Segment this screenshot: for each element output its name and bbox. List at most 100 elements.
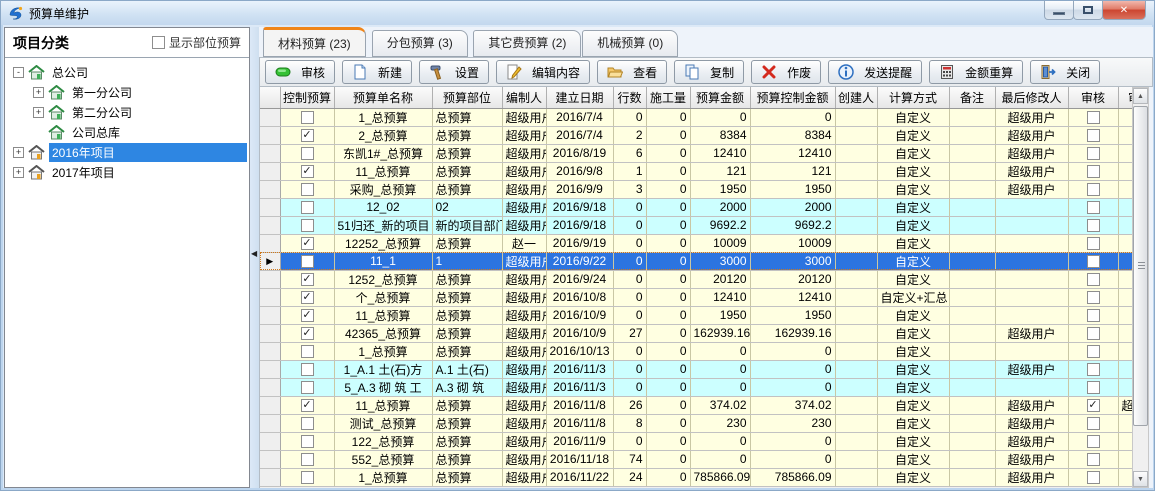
audit-cell[interactable] (1068, 216, 1118, 234)
column-header-施工量[interactable]: 施工量 (646, 87, 690, 108)
checkbox-unchecked-icon[interactable] (1087, 255, 1100, 268)
row-indicator[interactable] (260, 288, 280, 306)
checkbox-unchecked-icon[interactable] (1087, 129, 1100, 142)
budget-row-测试_总预算[interactable]: 测试_总预算总预算超级用户2016/11/880230230自定义超级用户 (260, 414, 1132, 432)
budget-row-11_1[interactable]: ▶11_11超级用户2016/9/220030003000自定义 (260, 252, 1132, 270)
control-budget-cell[interactable]: ✓ (280, 234, 334, 252)
checkbox-box[interactable] (152, 36, 165, 49)
checkbox-unchecked-icon[interactable] (1087, 111, 1100, 124)
tab-other-fee-budget[interactable]: 其它费预算 (2) (473, 30, 581, 57)
row-indicator[interactable] (260, 162, 280, 180)
new-button[interactable]: 新建 (342, 60, 412, 84)
audit-cell[interactable] (1068, 162, 1118, 180)
audit-cell[interactable] (1068, 432, 1118, 450)
checkbox-unchecked-icon[interactable] (1087, 291, 1100, 304)
checkbox-unchecked-icon[interactable] (1087, 219, 1100, 232)
checkbox-unchecked-icon[interactable] (1087, 381, 1100, 394)
control-budget-cell[interactable] (280, 360, 334, 378)
expand-node-icon[interactable]: + (13, 167, 24, 178)
checkbox-checked-icon[interactable]: ✓ (301, 309, 314, 322)
checkbox-checked-icon[interactable]: ✓ (301, 237, 314, 250)
column-header-计算方式[interactable]: 计算方式 (877, 87, 949, 108)
row-indicator[interactable] (260, 198, 280, 216)
control-budget-cell[interactable]: ✓ (280, 288, 334, 306)
control-budget-cell[interactable] (280, 198, 334, 216)
control-budget-cell[interactable] (280, 432, 334, 450)
column-header-建立日期[interactable]: 建立日期 (546, 87, 613, 108)
tab-subcontract-budget[interactable]: 分包预算 (3) (372, 30, 468, 57)
send-reminder-button[interactable]: 发送提醒 (828, 60, 922, 84)
checkbox-unchecked-icon[interactable] (301, 417, 314, 430)
scroll-down-button[interactable]: ▼ (1133, 471, 1148, 487)
panel-splitter[interactable]: ◀ (250, 27, 259, 488)
checkbox-unchecked-icon[interactable] (1087, 237, 1100, 250)
audit-cell[interactable] (1068, 108, 1118, 126)
view-button[interactable]: 查看 (597, 60, 667, 84)
control-budget-cell[interactable] (280, 180, 334, 198)
checkbox-unchecked-icon[interactable] (301, 453, 314, 466)
control-budget-cell[interactable]: ✓ (280, 396, 334, 414)
checkbox-unchecked-icon[interactable] (301, 219, 314, 232)
checkbox-unchecked-icon[interactable] (1087, 453, 1100, 466)
column-header-预算控制金额[interactable]: 预算控制金额 (750, 87, 835, 108)
audit-cell[interactable] (1068, 414, 1118, 432)
tree-item-公司总库[interactable]: +公司总库 (7, 122, 247, 142)
control-budget-cell[interactable]: ✓ (280, 324, 334, 342)
row-indicator[interactable] (260, 270, 280, 288)
checkbox-unchecked-icon[interactable] (1087, 435, 1100, 448)
edit-content-button[interactable]: 编辑内容 (496, 60, 590, 84)
budget-row-2_总预算[interactable]: ✓2_总预算总预算超级用户2016/7/42083848384自定义超级用户 (260, 126, 1132, 144)
audit-cell[interactable] (1068, 270, 1118, 288)
column-header-编制人[interactable]: 编制人 (502, 87, 546, 108)
approve-button[interactable]: 审核 (265, 60, 335, 84)
row-indicator[interactable] (260, 180, 280, 198)
budget-row-11_总预算[interactable]: ✓11_总预算总预算超级用户2016/9/810121121自定义超级用户 (260, 162, 1132, 180)
row-indicator[interactable] (260, 432, 280, 450)
audit-cell[interactable] (1068, 360, 1118, 378)
maximize-button[interactable] (1073, 1, 1103, 20)
checkbox-checked-icon[interactable]: ✓ (301, 273, 314, 286)
scroll-up-button[interactable]: ▲ (1133, 88, 1148, 104)
column-header-审核[interactable]: 审核 (1068, 87, 1118, 108)
audit-cell[interactable] (1068, 144, 1118, 162)
audit-cell[interactable] (1068, 180, 1118, 198)
row-indicator[interactable] (260, 234, 280, 252)
budget-row-1_总预算[interactable]: 1_总预算总预算超级用户2016/10/130000自定义 (260, 342, 1132, 360)
column-header-控制预算[interactable]: 控制预算 (280, 87, 334, 108)
collapse-arrow-icon[interactable]: ◀ (251, 249, 257, 258)
audit-cell[interactable] (1068, 378, 1118, 396)
checkbox-unchecked-icon[interactable] (1087, 147, 1100, 160)
checkbox-unchecked-icon[interactable] (301, 201, 314, 214)
tab-material-budget[interactable]: 材料预算 (23) (263, 27, 366, 57)
budget-row-1_总预算[interactable]: 1_总预算总预算超级用户2016/7/40000自定义超级用户 (260, 108, 1132, 126)
budget-row-12252_总预算[interactable]: ✓12252_总预算总预算赵一2016/9/19001000910009自定义 (260, 234, 1132, 252)
checkbox-unchecked-icon[interactable] (1087, 183, 1100, 196)
row-indicator[interactable] (260, 108, 280, 126)
row-indicator[interactable] (260, 324, 280, 342)
column-header-预算单名称[interactable]: 预算单名称 (334, 87, 432, 108)
audit-cell[interactable] (1068, 306, 1118, 324)
vertical-scrollbar[interactable]: ▲ ▼ (1132, 87, 1149, 488)
expand-node-icon[interactable]: + (33, 107, 44, 118)
checkbox-unchecked-icon[interactable] (1087, 201, 1100, 214)
control-budget-cell[interactable] (280, 468, 334, 486)
budget-row-42365_总预算[interactable]: ✓42365_总预算总预算超级用户2016/10/9270162939.1616… (260, 324, 1132, 342)
budget-row-5_A.3 砌 筑 工[interactable]: 5_A.3 砌 筑 工A.3 砌 筑超级用户2016/11/30000自定义 (260, 378, 1132, 396)
checkbox-unchecked-icon[interactable] (1087, 309, 1100, 322)
row-indicator[interactable] (260, 342, 280, 360)
close-button[interactable]: 关闭 (1030, 60, 1100, 84)
close-window-button[interactable]: ✕ (1102, 1, 1146, 20)
checkbox-checked-icon[interactable]: ✓ (301, 129, 314, 142)
checkbox-unchecked-icon[interactable] (301, 345, 314, 358)
row-indicator[interactable] (260, 468, 280, 486)
budget-row-122_总预算[interactable]: 122_总预算总预算超级用户2016/11/90000自定义超级用户 (260, 432, 1132, 450)
settings-button[interactable]: 设置 (419, 60, 489, 84)
row-indicator[interactable] (260, 414, 280, 432)
row-indicator[interactable] (260, 126, 280, 144)
column-header-最后修改人[interactable]: 最后修改人 (995, 87, 1068, 108)
column-header-审核人[interactable]: 审核人 (1118, 87, 1132, 108)
control-budget-cell[interactable] (280, 108, 334, 126)
expand-node-icon[interactable]: + (33, 87, 44, 98)
control-budget-cell[interactable]: ✓ (280, 270, 334, 288)
control-budget-cell[interactable] (280, 216, 334, 234)
